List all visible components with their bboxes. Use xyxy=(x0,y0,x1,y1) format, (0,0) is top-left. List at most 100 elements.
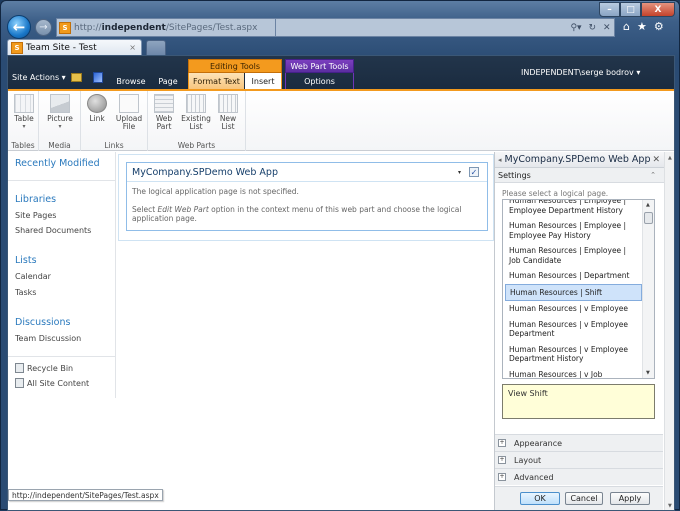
section-advanced[interactable]: + Advanced xyxy=(495,468,663,485)
insert-picture-button[interactable]: Picture ▾ xyxy=(43,94,77,131)
nav-site-pages[interactable]: Site Pages xyxy=(15,211,56,220)
collapse-pane-icon[interactable]: ◂ xyxy=(498,156,502,164)
nav-tasks[interactable]: Tasks xyxy=(15,288,36,297)
button-label: List xyxy=(221,122,235,131)
address-tools: ⚲▾ ↻ ✕ xyxy=(567,18,615,37)
settings-section-header[interactable]: Settings ⌃ xyxy=(495,168,664,183)
dropdown-caret-icon: ▾ xyxy=(22,123,26,130)
tab-page[interactable]: Page xyxy=(154,73,182,89)
insert-web-part-button[interactable]: Web Part xyxy=(152,94,176,131)
tool-pane-header: ◂ MyCompany.SPDemo Web App ✕ xyxy=(495,152,664,168)
search-dropdown-icon[interactable]: ⚲▾ xyxy=(570,23,581,33)
close-tab-icon[interactable]: × xyxy=(129,43,136,52)
listbox-option[interactable]: Human Resources | v Employee Department xyxy=(505,317,642,342)
listbox-option[interactable]: Human Resources | v Employee Department … xyxy=(505,342,642,367)
dropdown-caret-icon: ▾ xyxy=(58,123,62,130)
address-bar-fill[interactable] xyxy=(276,18,567,37)
listbox-option[interactable]: Human Resources | Employee | Job Candida… xyxy=(505,243,642,268)
group-label: Tables xyxy=(11,141,35,150)
site-actions-menu[interactable]: Site Actions ▾ xyxy=(12,73,66,82)
tab-insert[interactable]: Insert xyxy=(245,73,281,90)
settings-label: Settings xyxy=(498,170,531,180)
expand-icon: + xyxy=(498,456,506,464)
scroll-up-icon[interactable]: ▲ xyxy=(668,155,672,161)
collapse-chevron-icon[interactable]: ⌃ xyxy=(650,171,656,179)
web-part-menu-icon[interactable]: ▾ xyxy=(458,169,461,176)
select-page-prompt: Please select a logical page. xyxy=(502,189,609,198)
insert-table-button[interactable]: Table ▾ xyxy=(13,94,35,131)
web-part-instruction: Select Edit Web Part option in the conte… xyxy=(132,205,462,223)
close-tool-pane-icon[interactable]: ✕ xyxy=(652,155,660,165)
discussions-heading[interactable]: Discussions xyxy=(15,317,70,328)
ok-button[interactable]: OK xyxy=(520,492,560,505)
listbox-scrollbar[interactable]: ▲ ▼ xyxy=(642,200,654,378)
listbox-option[interactable]: Human Resources | v Employee xyxy=(505,301,642,317)
nav-recycle-bin[interactable]: Recycle Bin xyxy=(15,363,73,373)
group-label: Web Parts xyxy=(177,141,216,150)
existing-list-button[interactable]: Existing List xyxy=(180,94,212,131)
recently-modified-link[interactable]: Recently Modified xyxy=(15,158,100,169)
new-tab-button[interactable] xyxy=(146,40,166,55)
new-list-button[interactable]: New List xyxy=(216,94,240,131)
web-part-select-checkbox[interactable]: ✓ xyxy=(469,167,479,177)
nav-all-site-content[interactable]: All Site Content xyxy=(15,378,89,388)
upload-file-button[interactable]: Upload File xyxy=(114,94,144,131)
listbox-option[interactable]: Human Resources | Department xyxy=(505,268,642,284)
back-button[interactable]: ← xyxy=(7,15,31,39)
listbox-option[interactable]: Human Resources | Employee | Employee De… xyxy=(505,200,642,218)
page-scrollbar[interactable]: ▲ ▼ xyxy=(664,152,674,510)
button-label: Picture xyxy=(47,114,73,123)
quick-launch: Recently Modified Libraries Site Pages S… xyxy=(8,152,116,398)
page-description: View Shift xyxy=(502,384,655,419)
status-url-tooltip: http://independent/SitePages/Test.aspx xyxy=(8,489,163,501)
favorites-star-icon[interactable]: ★ xyxy=(637,20,647,33)
tool-pane-buttons: OK Cancel Apply xyxy=(495,486,663,510)
cancel-button[interactable]: Cancel xyxy=(565,492,603,505)
listbox-option[interactable]: Human Resources | Shift xyxy=(505,283,642,301)
address-bar[interactable]: S http://independent/SitePages/Test.aspx xyxy=(56,18,276,37)
scroll-down-icon[interactable]: ▼ xyxy=(646,370,650,376)
refresh-icon[interactable]: ↻ xyxy=(588,23,596,33)
browser-toolbar-icons: ⌂ ★ ⚙ xyxy=(623,20,664,33)
logical-page-listbox[interactable]: Human Resources | Employee | Employee De… xyxy=(502,199,655,379)
nav-team-discussion[interactable]: Team Discussion xyxy=(15,334,81,343)
tab-browse[interactable]: Browse xyxy=(113,73,149,89)
browser-tabs: S Team Site - Test × xyxy=(1,39,680,55)
scroll-down-icon[interactable]: ▼ xyxy=(668,503,672,509)
tools-gear-icon[interactable]: ⚙ xyxy=(654,20,664,33)
tab-options[interactable]: Options xyxy=(286,73,353,89)
home-icon[interactable]: ⌂ xyxy=(623,20,630,33)
browser-tab-active[interactable]: S Team Site - Test × xyxy=(7,39,142,55)
expand-icon: + xyxy=(498,473,506,481)
user-menu[interactable]: INDEPENDENT\serge bodrov ▾ xyxy=(521,68,640,77)
nav-shared-documents[interactable]: Shared Documents xyxy=(15,226,91,235)
divider xyxy=(8,356,116,357)
new-list-icon xyxy=(218,94,238,113)
forward-button[interactable]: → xyxy=(35,19,52,36)
apply-button[interactable]: Apply xyxy=(610,492,650,505)
libraries-heading[interactable]: Libraries xyxy=(15,194,56,205)
listbox-option[interactable]: Human Resources | Employee | Employee Pa… xyxy=(505,218,642,243)
stop-icon[interactable]: ✕ xyxy=(603,23,611,33)
lists-heading[interactable]: Lists xyxy=(15,255,37,266)
link-globe-icon xyxy=(87,94,107,113)
browser-window: – □ X ← → S http://independent/SitePages… xyxy=(0,0,680,511)
insert-link-button[interactable]: Link xyxy=(86,94,108,123)
recycle-bin-icon xyxy=(15,363,24,373)
web-part-title-bar: MyCompany.SPDemo Web App ▾ ✓ xyxy=(127,163,487,182)
navigate-up-folder-icon[interactable] xyxy=(71,73,82,82)
nav-calendar[interactable]: Calendar xyxy=(15,272,51,281)
ribbon-insert-panel: Table ▾ Tables Picture ▾ Media Link Uplo… xyxy=(8,91,674,151)
button-label: Link xyxy=(89,114,105,123)
section-layout[interactable]: + Layout xyxy=(495,451,663,468)
navigation-bar: ← → S http://independent/SitePages/Test.… xyxy=(1,15,680,41)
forward-arrow-icon: → xyxy=(39,22,48,33)
group-label: Media xyxy=(48,141,71,150)
section-appearance[interactable]: + Appearance xyxy=(495,434,663,451)
scroll-thumb[interactable] xyxy=(644,212,653,224)
web-part-tools-label: Web Part Tools xyxy=(285,59,354,73)
tab-format-text[interactable]: Format Text xyxy=(189,73,244,89)
scroll-up-icon[interactable]: ▲ xyxy=(646,202,650,208)
listbox-option[interactable]: Human Resources | v Job Candidate xyxy=(505,367,642,379)
edit-page-icon[interactable] xyxy=(93,72,103,83)
